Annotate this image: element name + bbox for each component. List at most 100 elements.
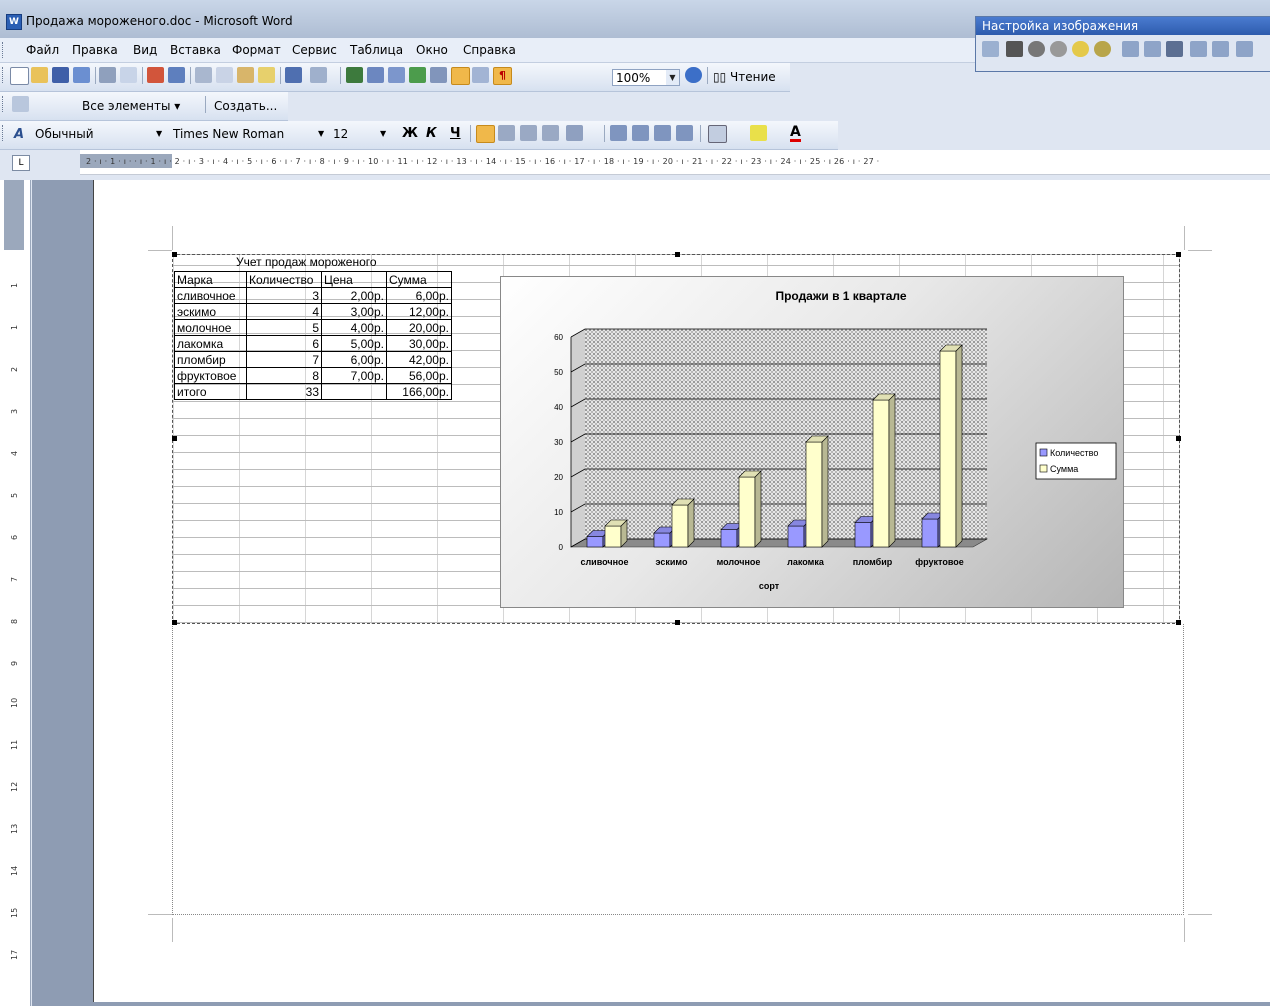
header-cell[interactable]: Марка <box>174 271 247 288</box>
insert-excel-icon[interactable] <box>409 67 426 83</box>
table-cell[interactable]: пломбир <box>174 351 247 368</box>
table-cell[interactable] <box>321 383 387 400</box>
format-painter-icon[interactable] <box>258 67 275 83</box>
table-cell[interactable]: 166,00р. <box>386 383 452 400</box>
copy-icon[interactable] <box>216 67 233 83</box>
table-cell[interactable]: 7,00р. <box>321 367 387 384</box>
menu-edit[interactable]: Правка <box>72 43 118 57</box>
table-cell[interactable]: 7 <box>246 351 322 368</box>
table-cell[interactable]: 56,00р. <box>386 367 452 384</box>
toolbar-grip[interactable] <box>2 125 6 141</box>
header-cell[interactable]: Сумма <box>386 271 452 288</box>
table-cell[interactable]: 12,00р. <box>386 303 452 320</box>
font-select[interactable]: Times New Roman <box>170 126 320 143</box>
create-button[interactable]: Создать... <box>214 99 277 113</box>
header-cell[interactable]: Количество <box>246 271 322 288</box>
toolbar-grip[interactable] <box>2 42 6 58</box>
resize-handle[interactable] <box>675 620 680 625</box>
columns-icon[interactable] <box>430 67 447 83</box>
table-cell[interactable]: лакомка <box>174 335 247 352</box>
resize-handle[interactable] <box>172 620 177 625</box>
menu-table[interactable]: Таблица <box>350 43 403 57</box>
table-cell[interactable]: 5 <box>246 319 322 336</box>
table-cell[interactable]: 20,00р. <box>386 319 452 336</box>
horizontal-ruler[interactable]: 2 · ı · 1 · ı · · ı · 1 · ı · 2 · ı · 3 … <box>80 150 1270 175</box>
set-transparent-color-icon[interactable] <box>1236 41 1253 57</box>
new-document-icon[interactable] <box>10 67 29 85</box>
picture-toolbar-title[interactable]: Настройка изображения <box>976 17 1270 35</box>
menu-format[interactable]: Формат <box>232 43 281 57</box>
color-icon[interactable] <box>1006 41 1023 57</box>
increase-indent-icon[interactable] <box>676 125 693 141</box>
drawing-icon[interactable] <box>451 67 470 85</box>
reading-mode-button[interactable]: ▯▯ Чтение <box>713 70 776 84</box>
highlight-icon[interactable] <box>750 125 767 141</box>
align-right-icon[interactable] <box>520 125 537 141</box>
print-icon[interactable] <box>99 67 116 83</box>
undo-icon[interactable] <box>285 67 302 83</box>
italic-button[interactable]: К <box>426 126 437 141</box>
research-icon[interactable] <box>168 67 185 83</box>
decrease-indent-icon[interactable] <box>654 125 671 141</box>
resize-handle[interactable] <box>1176 436 1181 441</box>
menu-tools[interactable]: Сервис <box>292 43 337 57</box>
text-wrapping-icon[interactable] <box>1190 41 1207 57</box>
spelling-icon[interactable] <box>147 67 164 83</box>
format-picture-icon[interactable] <box>1212 41 1229 57</box>
chevron-down-icon[interactable]: ▼ <box>666 70 679 85</box>
menu-help[interactable]: Справка <box>463 43 516 57</box>
table-cell[interactable]: 4,00р. <box>321 319 387 336</box>
table-cell[interactable]: 6,00р. <box>386 287 452 304</box>
align-center-icon[interactable] <box>498 125 515 141</box>
numbering-icon[interactable] <box>610 125 627 141</box>
justify-icon[interactable] <box>542 125 559 141</box>
resize-handle[interactable] <box>172 436 177 441</box>
font-color-icon[interactable]: A <box>790 125 801 142</box>
more-contrast-icon[interactable] <box>1028 41 1045 57</box>
hyperlink-icon[interactable] <box>346 67 363 83</box>
vertical-ruler[interactable]: 1 1 2 3 4 5 6 7 8 9 10 11 12 13 14 15 17 <box>0 180 31 1006</box>
menu-insert[interactable]: Вставка <box>170 43 221 57</box>
table-cell[interactable]: эскимо <box>174 303 247 320</box>
insert-picture-icon[interactable] <box>982 41 999 57</box>
table-cell[interactable]: 3,00р. <box>321 303 387 320</box>
menu-file[interactable]: Файл <box>26 43 59 57</box>
save-icon[interactable] <box>52 67 69 83</box>
underline-button[interactable]: Ч <box>450 126 461 141</box>
resize-handle[interactable] <box>1176 252 1181 257</box>
toolbar-grip[interactable] <box>2 67 6 83</box>
border-icon[interactable] <box>708 125 727 143</box>
chevron-down-icon[interactable]: ▼ <box>380 129 386 138</box>
rotate-icon[interactable] <box>1144 41 1161 57</box>
word-doc-icon[interactable]: W <box>6 14 22 30</box>
header-cell[interactable]: Цена <box>321 271 387 288</box>
table-cell[interactable]: 6 <box>246 335 322 352</box>
chevron-down-icon[interactable]: ▼ <box>156 129 162 138</box>
permission-icon[interactable] <box>73 67 90 83</box>
more-brightness-icon[interactable] <box>1072 41 1089 57</box>
table-cell[interactable]: 42,00р. <box>386 351 452 368</box>
paste-icon[interactable] <box>237 67 254 83</box>
table-cell[interactable]: 6,00р. <box>321 351 387 368</box>
table-cell[interactable]: итого <box>174 383 247 400</box>
chevron-down-icon[interactable]: ▼ <box>318 129 324 138</box>
table-cell[interactable]: сливочное <box>174 287 247 304</box>
table-cell[interactable]: 2,00р. <box>321 287 387 304</box>
redo-icon[interactable] <box>310 67 327 83</box>
resize-handle[interactable] <box>172 252 177 257</box>
insert-table-icon[interactable] <box>388 67 405 83</box>
legend[interactable]: Количество Сумма <box>1035 442 1117 480</box>
table-cell[interactable]: 8 <box>246 367 322 384</box>
bold-button[interactable]: Ж <box>402 126 418 141</box>
tab-selector[interactable]: L <box>12 155 30 171</box>
menu-window[interactable]: Окно <box>416 43 448 57</box>
resize-handle[interactable] <box>1176 620 1181 625</box>
table-cell[interactable]: фруктовое <box>174 367 247 384</box>
less-contrast-icon[interactable] <box>1050 41 1067 57</box>
open-folder-icon[interactable] <box>31 67 48 83</box>
table-cell[interactable]: 30,00р. <box>386 335 452 352</box>
align-left-icon[interactable] <box>476 125 495 143</box>
show-formatting-icon[interactable]: ¶ <box>493 67 512 85</box>
table-cell[interactable]: 5,00р. <box>321 335 387 352</box>
toolbar-grip[interactable] <box>2 96 6 112</box>
